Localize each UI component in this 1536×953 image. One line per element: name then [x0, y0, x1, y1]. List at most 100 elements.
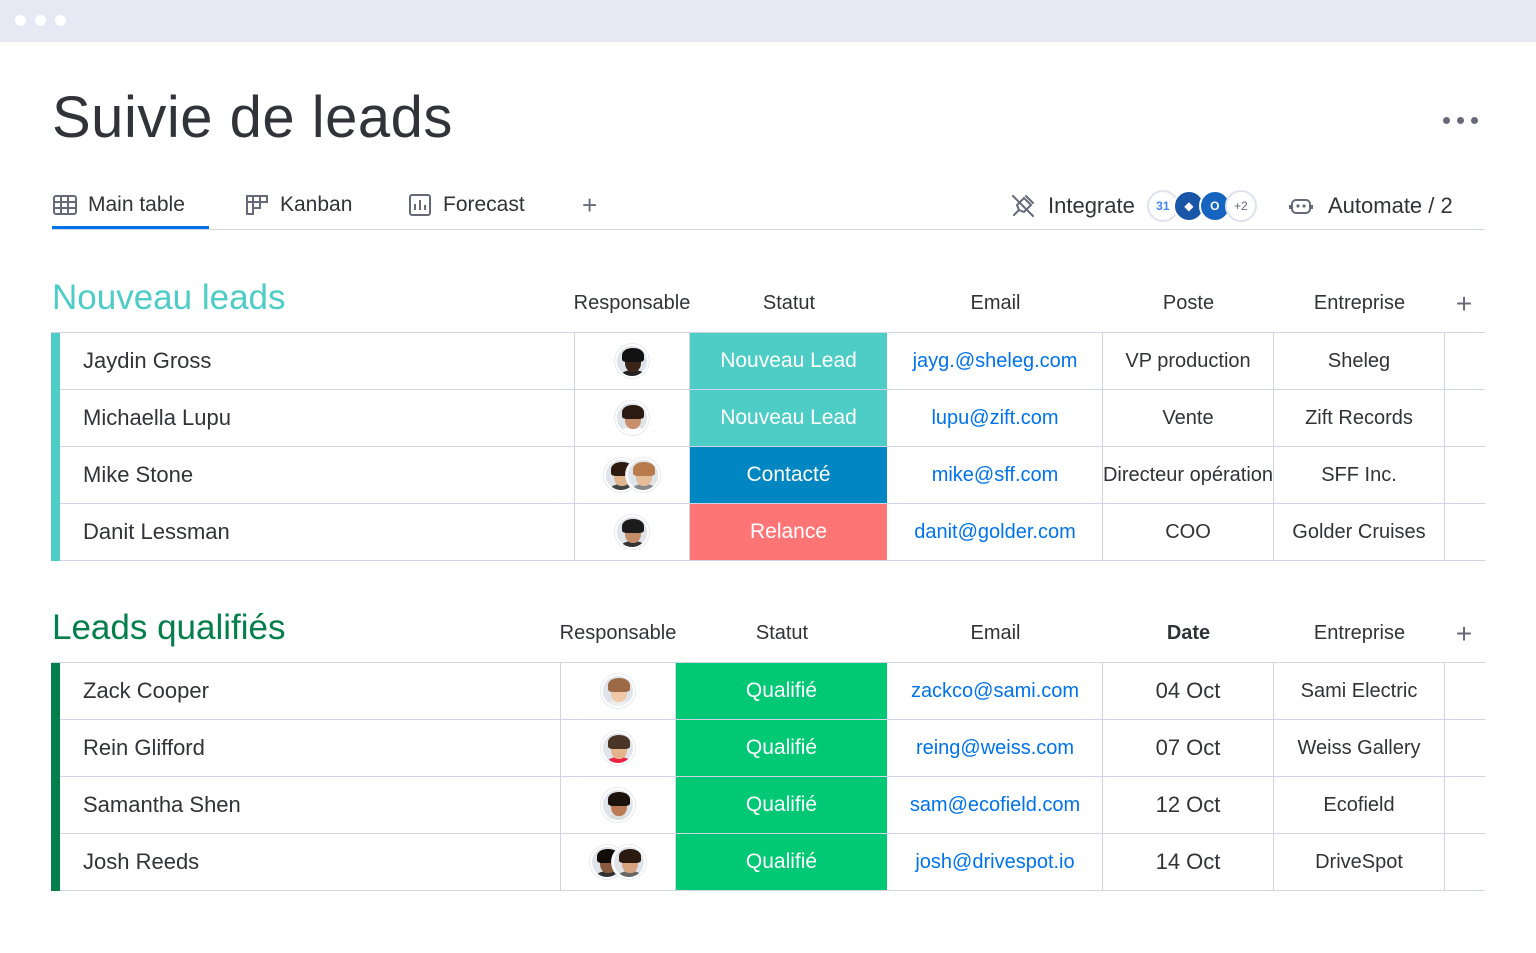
group-color-bar [51, 333, 60, 561]
window-dot-icon [35, 15, 46, 26]
status-badge[interactable]: Qualifié [676, 834, 888, 890]
lead-name-cell[interactable]: Mike Stone [60, 447, 575, 503]
view-tabs: Main table Kanban Forecast + Integrate 3… [52, 180, 1485, 230]
avatar-group [601, 731, 635, 765]
automate-button[interactable]: Automate / 2 [1288, 188, 1453, 224]
avatar [612, 845, 646, 879]
empty-cell [1445, 390, 1485, 446]
company-cell[interactable]: DriveSpot [1274, 834, 1445, 890]
company-cell[interactable]: Weiss Gallery [1274, 720, 1445, 776]
column-header-statut[interactable]: Statut [676, 622, 888, 645]
avatar [626, 458, 660, 492]
avatar [615, 515, 649, 549]
person-cell[interactable] [561, 720, 676, 776]
person-cell[interactable] [575, 447, 690, 503]
group-color-bar [51, 663, 60, 891]
add-column-button[interactable]: + [1444, 288, 1484, 320]
email-link[interactable]: mike@sff.com [888, 447, 1103, 503]
avatar [601, 731, 635, 765]
table-row[interactable]: Mike Stone Contacté mike@sff.com Directeur … [60, 447, 1485, 504]
company-cell[interactable]: Golder Cruises [1274, 504, 1445, 560]
column-header-responsable[interactable]: Responsable [571, 292, 693, 315]
column-header-email[interactable]: Email [888, 292, 1103, 315]
more-apps-badge: +2 [1224, 190, 1257, 222]
person-cell[interactable] [575, 504, 690, 560]
person-cell[interactable] [575, 390, 690, 446]
lead-name-cell[interactable]: Jaydin Gross [60, 333, 575, 389]
tab-main-table[interactable]: Main table [52, 188, 185, 222]
empty-cell [1445, 333, 1485, 389]
company-cell[interactable]: SFF Inc. [1274, 447, 1445, 503]
column-header-entreprise[interactable]: Entreprise [1274, 622, 1445, 645]
window-dot-icon [15, 15, 26, 26]
person-cell[interactable] [561, 777, 676, 833]
status-badge[interactable]: Qualifié [676, 720, 888, 776]
lead-name-cell[interactable]: Zack Cooper [60, 663, 561, 719]
group-title[interactable]: Leads qualifiés [52, 608, 286, 648]
tab-kanban[interactable]: Kanban [244, 188, 352, 222]
poste-cell[interactable]: VP production [1103, 333, 1274, 389]
date-cell[interactable]: 07 Oct [1103, 720, 1274, 776]
column-header-date[interactable]: Date [1103, 622, 1274, 645]
lead-name-cell[interactable]: Samantha Shen [60, 777, 561, 833]
status-badge[interactable]: Qualifié [676, 663, 888, 719]
date-cell[interactable]: 14 Oct [1103, 834, 1274, 890]
tab-label: Forecast [443, 193, 525, 216]
date-cell[interactable]: 04 Oct [1103, 663, 1274, 719]
person-cell[interactable] [561, 663, 676, 719]
email-link[interactable]: josh@drivespot.io [888, 834, 1103, 890]
tab-forecast[interactable]: Forecast [407, 188, 525, 222]
group-title[interactable]: Nouveau leads [52, 278, 286, 318]
status-badge[interactable]: Nouveau Lead [690, 333, 888, 389]
column-header-statut[interactable]: Statut [690, 292, 888, 315]
status-badge[interactable]: Relance [690, 504, 888, 560]
status-badge[interactable]: Nouveau Lead [690, 390, 888, 446]
email-link[interactable]: sam@ecofield.com [888, 777, 1103, 833]
plug-icon [1012, 195, 1034, 217]
company-cell[interactable]: Sami Electric [1274, 663, 1445, 719]
email-link[interactable]: jayg.@sheleg.com [888, 333, 1103, 389]
poste-cell[interactable]: Directeur opération [1103, 447, 1274, 503]
empty-cell [1445, 504, 1485, 560]
person-cell[interactable] [561, 834, 676, 890]
lead-name-cell[interactable]: Danit Lessman [60, 504, 575, 560]
status-badge[interactable]: Contacté [690, 447, 888, 503]
company-cell[interactable]: Sheleg [1274, 333, 1445, 389]
column-header-entreprise[interactable]: Entreprise [1274, 292, 1445, 315]
table-row[interactable]: Danit Lessman Relance danit@golder.com COO G… [60, 504, 1485, 561]
lead-name-cell[interactable]: Josh Reeds [60, 834, 561, 890]
column-header-responsable[interactable]: Responsable [557, 622, 679, 645]
column-header-email[interactable]: Email [888, 622, 1103, 645]
table-row[interactable]: Josh Reeds Qualifié josh@drivespot.io 14 Oc… [60, 834, 1485, 891]
email-link[interactable]: danit@golder.com [888, 504, 1103, 560]
poste-cell[interactable]: Vente [1103, 390, 1274, 446]
table-row[interactable]: Samantha Shen Qualifié sam@ecofield.com 12 … [60, 777, 1485, 834]
chart-icon [409, 194, 431, 216]
integrate-button[interactable]: Integrate 31 ◆ O +2 [1010, 188, 1259, 224]
column-header-poste[interactable]: Poste [1103, 292, 1274, 315]
table-row[interactable]: Rein Glifford Qualifié reing@weiss.com 07 O… [60, 720, 1485, 777]
table-row[interactable]: Zack Cooper Qualifié zackco@sami.com 04 Oct… [60, 663, 1485, 720]
person-cell[interactable] [575, 333, 690, 389]
email-link[interactable]: zackco@sami.com [888, 663, 1103, 719]
company-cell[interactable]: Ecofield [1274, 777, 1445, 833]
lead-name-cell[interactable]: Michaella Lupu [60, 390, 575, 446]
group-table: Jaydin Gross Nouveau Lead jayg.@sheleg.com… [51, 332, 1485, 561]
window-dot-icon [55, 15, 66, 26]
table-row[interactable]: Michaella Lupu Nouveau Lead lupu@zift.com V… [60, 390, 1485, 447]
status-badge[interactable]: Qualifié [676, 777, 888, 833]
table-icon [53, 195, 77, 215]
add-view-button[interactable]: + [582, 190, 597, 220]
poste-cell[interactable]: COO [1103, 504, 1274, 560]
date-cell[interactable]: 12 Oct [1103, 777, 1274, 833]
table-row[interactable]: Jaydin Gross Nouveau Lead jayg.@sheleg.com… [60, 333, 1485, 390]
avatar-group [601, 788, 635, 822]
lead-name-cell[interactable]: Rein Glifford [60, 720, 561, 776]
email-link[interactable]: reing@weiss.com [888, 720, 1103, 776]
add-column-button[interactable]: + [1444, 618, 1484, 650]
company-cell[interactable]: Zift Records [1274, 390, 1445, 446]
empty-cell [1445, 777, 1485, 833]
email-link[interactable]: lupu@zift.com [888, 390, 1103, 446]
integrate-label: Integrate [1048, 193, 1135, 218]
more-options-icon[interactable] [1436, 108, 1484, 132]
